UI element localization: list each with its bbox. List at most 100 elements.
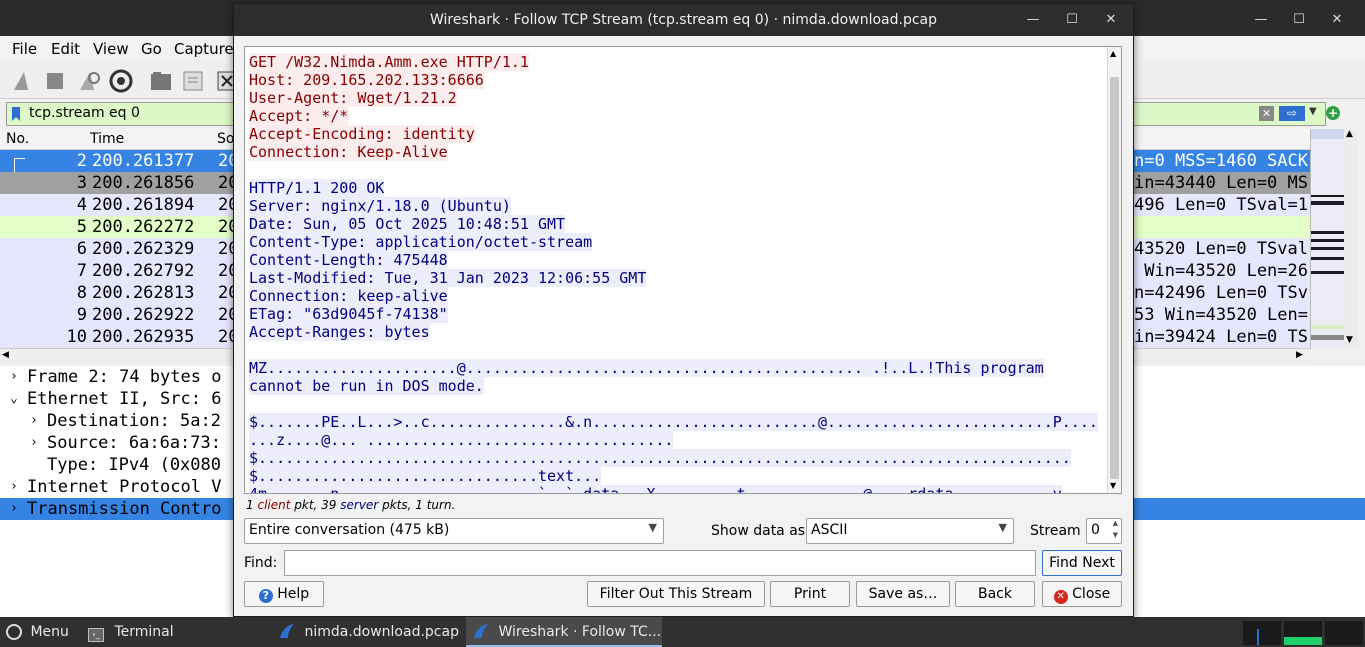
follow-tcp-stream-dialog: Wireshark · Follow TCP Stream (tcp.strea… bbox=[233, 3, 1134, 617]
packet-info: Win=43520 Len=26 bbox=[1144, 261, 1308, 281]
add-filter-icon[interactable]: + bbox=[1326, 106, 1340, 120]
scroll-down-icon[interactable]: ▼ bbox=[1346, 335, 1353, 345]
stream-vscrollbar[interactable]: ▲ ▼ bbox=[1107, 47, 1121, 493]
stop-capture-icon[interactable] bbox=[42, 68, 68, 94]
server-line: $...............................text... bbox=[249, 467, 1105, 485]
show-data-label: Show data as bbox=[711, 523, 806, 539]
stream-line-text: GET /W32.Nimda.Amm.exe HTTP/1.1 bbox=[249, 53, 529, 71]
back-button[interactable]: Back bbox=[955, 581, 1035, 607]
close-button[interactable]: ✕ Close bbox=[1042, 581, 1122, 607]
restart-capture-icon[interactable] bbox=[76, 68, 102, 94]
start-menu-button[interactable]: Menu bbox=[6, 617, 69, 647]
expand-arrow-icon[interactable]: › bbox=[10, 476, 18, 498]
client-line: Host: 209.165.202.133:6666 bbox=[249, 71, 1105, 89]
column-no[interactable]: No. bbox=[6, 131, 29, 147]
collapse-arrow-icon[interactable]: ⌄ bbox=[10, 388, 18, 410]
start-capture-icon[interactable] bbox=[10, 68, 36, 94]
help-label: Help bbox=[277, 586, 310, 602]
packet-info: n=0 MSS=1460 SACK bbox=[1134, 151, 1308, 171]
expand-arrow-icon[interactable]: › bbox=[30, 432, 38, 454]
close-icon[interactable]: ✕ bbox=[1326, 9, 1348, 31]
stream-scroll-down-icon[interactable]: ▼ bbox=[1110, 481, 1116, 490]
conversation-select[interactable]: Entire conversation (475 kB) ▼ bbox=[244, 518, 664, 544]
scroll-up-icon[interactable]: ▲ bbox=[1346, 129, 1353, 139]
client-line: Connection: Keep-Alive bbox=[249, 143, 1105, 161]
packet-time: 200.261894 bbox=[92, 195, 195, 215]
show-data-select[interactable]: ASCII ▼ bbox=[806, 518, 1014, 544]
packet-info: n=42496 Len=0 TSv bbox=[1134, 283, 1308, 303]
stream-line-text: ETag: "63d9045f-74138" bbox=[249, 305, 448, 323]
save-file-icon[interactable] bbox=[180, 68, 206, 94]
find-input[interactable] bbox=[284, 550, 1036, 576]
spin-up-icon[interactable]: ▲ bbox=[1113, 519, 1118, 527]
client-line: Accept-Encoding: identity bbox=[249, 125, 1105, 143]
stream-line-text: Connection: Keep-Alive bbox=[249, 143, 448, 161]
client-line: Accept: */* bbox=[249, 107, 1105, 125]
menu-capture[interactable]: Capture bbox=[174, 40, 234, 58]
print-button[interactable]: Print bbox=[770, 581, 850, 607]
filter-out-stream-button[interactable]: Filter Out This Stream bbox=[587, 581, 765, 607]
stream-line-text: Content-Length: 475448 bbox=[249, 251, 448, 269]
scroll-right-icon[interactable]: ▶ bbox=[1296, 350, 1303, 360]
dialog-maximize-icon[interactable]: ☐ bbox=[1061, 9, 1083, 31]
terminal-label: Terminal bbox=[114, 624, 174, 640]
filter-history-icon[interactable]: ▼ bbox=[1309, 106, 1317, 117]
bookmark-icon[interactable] bbox=[11, 106, 21, 122]
memory-monitor bbox=[1284, 621, 1322, 645]
server-line: ETag: "63d9045f-74138" bbox=[249, 305, 1105, 323]
summary-server-word: server bbox=[340, 498, 379, 512]
help-button[interactable]: ? Help bbox=[244, 581, 324, 607]
stream-scroll-up-icon[interactable]: ▲ bbox=[1110, 49, 1116, 58]
dialog-close-icon[interactable]: ✕ bbox=[1100, 9, 1122, 31]
display-filter-input[interactable]: tcp.stream eq 0 bbox=[29, 105, 140, 121]
stream-line-text: Date: Sun, 05 Oct 2025 10:48:51 GMT bbox=[249, 215, 566, 233]
menu-edit[interactable]: Edit bbox=[51, 40, 80, 58]
packet-minimap[interactable] bbox=[1310, 129, 1345, 349]
server-line: Content-Length: 475448 bbox=[249, 251, 1105, 269]
terminal-launcher[interactable]: ›_ Terminal bbox=[88, 617, 174, 647]
stream-content[interactable]: GET /W32.Nimda.Amm.exe HTTP/1.1 Host: 209… bbox=[244, 46, 1122, 494]
stream-text: GET /W32.Nimda.Amm.exe HTTP/1.1 Host: 209… bbox=[249, 53, 1105, 493]
apply-filter-icon[interactable]: ⇨ bbox=[1279, 106, 1305, 121]
stream-scroll-thumb[interactable] bbox=[1110, 77, 1119, 479]
expand-arrow-icon[interactable]: › bbox=[10, 498, 18, 520]
save-as-button[interactable]: Save as… bbox=[856, 581, 950, 607]
detail-text: Frame 2: 74 bytes o bbox=[27, 367, 222, 387]
capture-options-icon[interactable] bbox=[108, 68, 134, 94]
menu-file[interactable]: File bbox=[12, 40, 37, 58]
network-monitor bbox=[1325, 621, 1363, 645]
task-nimda-pcap[interactable]: nimda.download.pcap bbox=[278, 617, 464, 647]
open-file-icon[interactable] bbox=[148, 68, 174, 94]
spin-down-icon[interactable]: ▼ bbox=[1113, 531, 1118, 539]
stream-spinbox[interactable]: 0 ▲ ▼ bbox=[1086, 518, 1122, 544]
stream-line-text: MZ.....................@................… bbox=[249, 359, 1044, 377]
stream-line-text: ...z....@... ...........................… bbox=[249, 431, 674, 449]
scroll-left-icon[interactable]: ◀ bbox=[2, 350, 9, 360]
packet-info: 53 Win=43520 Len= bbox=[1134, 305, 1308, 325]
dialog-minimize-icon[interactable]: — bbox=[1022, 9, 1044, 31]
packet-time: 200.262329 bbox=[92, 239, 195, 259]
task1-label: nimda.download.pcap bbox=[304, 624, 459, 640]
expand-arrow-icon[interactable]: › bbox=[30, 410, 38, 432]
column-time[interactable]: Time bbox=[90, 131, 124, 147]
minimize-icon[interactable]: — bbox=[1250, 9, 1272, 31]
server-line: Server: nginx/1.18.0 (Ubuntu) bbox=[249, 197, 1105, 215]
find-next-button[interactable]: Find Next bbox=[1042, 550, 1122, 576]
server-line: 4m.......n......................`..`.dat… bbox=[249, 485, 1105, 493]
maximize-icon[interactable]: ☐ bbox=[1288, 9, 1310, 31]
expand-arrow-icon[interactable]: › bbox=[10, 366, 18, 388]
menu-view[interactable]: View bbox=[93, 40, 129, 58]
stream-line-text: cannot be run in DOS mode. bbox=[249, 377, 484, 395]
packet-list-vscrollbar[interactable]: ▲ ▼ bbox=[1344, 129, 1358, 349]
find-label: Find: bbox=[244, 555, 278, 571]
column-source[interactable]: So bbox=[217, 131, 234, 147]
detail-text: Internet Protocol V bbox=[27, 477, 222, 497]
clear-filter-icon[interactable]: ✕ bbox=[1259, 106, 1274, 121]
server-line: cannot be run in DOS mode. bbox=[249, 377, 1105, 395]
stream-line-text: HTTP/1.1 200 OK bbox=[249, 179, 385, 197]
task-follow-stream[interactable]: Wireshark · Follow TC... bbox=[466, 617, 662, 647]
detail-text: Transmission Contro bbox=[27, 499, 222, 519]
packet-time: 200.262792 bbox=[92, 261, 195, 281]
menu-go[interactable]: Go bbox=[141, 40, 162, 58]
